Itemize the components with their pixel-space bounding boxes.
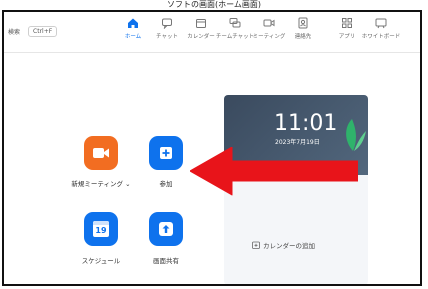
- calendar-add-icon: [252, 241, 260, 249]
- nav-team-chat[interactable]: チームチャット: [216, 17, 254, 49]
- nav-calendar[interactable]: カレンダー: [184, 17, 218, 49]
- nav-whiteboard[interactable]: ホワイトボード: [362, 17, 400, 49]
- screenshot-title: ソフトの画面(ホーム画面): [166, 0, 261, 9]
- whiteboard-icon: [375, 18, 387, 29]
- search-label: 検索: [8, 28, 21, 36]
- new-meeting-button[interactable]: [84, 136, 118, 170]
- nav-chat[interactable]: チャット: [150, 17, 184, 49]
- main-nav: ホーム チャット カレンダー チームチャット ミーティング 連絡先 アプリ ホワ…: [116, 17, 400, 49]
- clock-time: 11:01: [274, 111, 338, 136]
- contacts-icon: [298, 17, 308, 29]
- calendar-date-icon: 19: [93, 221, 109, 237]
- share-screen-button[interactable]: [149, 212, 183, 246]
- nav-contacts[interactable]: 連絡先: [286, 17, 320, 49]
- share-screen-label: 画面共有: [153, 257, 179, 265]
- schedule-label: スケジュール: [81, 257, 121, 265]
- search-box[interactable]: 検索 Ctrl+F: [8, 24, 58, 38]
- nav-home[interactable]: ホーム: [116, 17, 150, 49]
- new-meeting-label: 新規ミーティング ⌄: [71, 180, 131, 188]
- plant-leaf-icon: [346, 119, 366, 151]
- meeting-icon: [263, 19, 275, 27]
- schedule-date-number: 19: [95, 226, 107, 235]
- chevron-down-icon[interactable]: ⌄: [125, 180, 130, 188]
- annotation-arrow-icon: [190, 147, 358, 196]
- zoom-window: 検索 Ctrl+F ホーム チャット カレンダー チームチャット ミーティング …: [2, 10, 422, 286]
- calendar-icon: [196, 19, 206, 28]
- share-screen-icon: [159, 222, 173, 236]
- plus-icon: [160, 147, 172, 159]
- chat-icon: [162, 18, 172, 29]
- add-calendar-label: カレンダーの追加: [263, 242, 315, 250]
- schedule-button[interactable]: 19: [84, 212, 118, 246]
- apps-icon: [342, 18, 352, 28]
- nav-apps[interactable]: アプリ: [330, 17, 364, 49]
- join-button[interactable]: [149, 136, 183, 170]
- team-chat-icon: [229, 18, 241, 28]
- nav-meeting[interactable]: ミーティング: [252, 17, 286, 49]
- top-navigation-bar: 検索 Ctrl+F ホーム チャット カレンダー チームチャット ミーティング …: [4, 12, 420, 53]
- home-icon: [128, 18, 138, 28]
- video-camera-icon: [93, 148, 109, 158]
- clock-date: 2023年7月19日: [275, 139, 320, 146]
- search-shortcut: Ctrl+F: [28, 25, 58, 37]
- add-calendar-link[interactable]: カレンダーの追加: [252, 240, 315, 250]
